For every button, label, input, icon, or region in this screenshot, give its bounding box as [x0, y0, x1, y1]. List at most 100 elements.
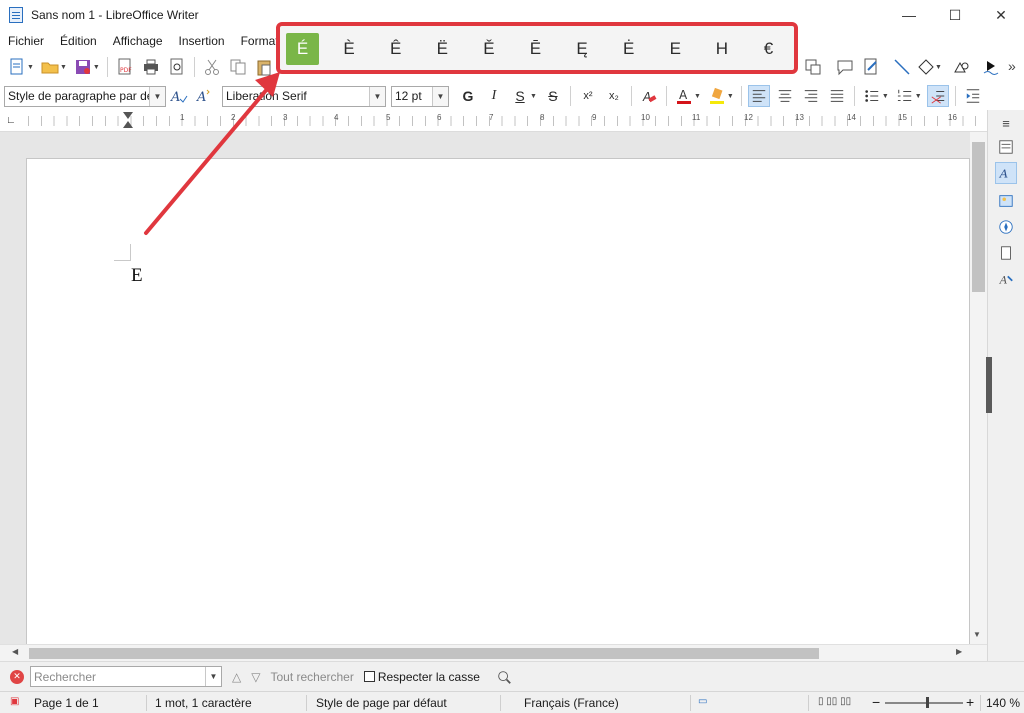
- font-color-icon[interactable]: A: [673, 85, 695, 107]
- menu-insertion[interactable]: Insertion: [171, 34, 233, 48]
- properties-icon[interactable]: [995, 136, 1017, 158]
- align-left-button[interactable]: [747, 85, 770, 107]
- menu-fichier[interactable]: Fichier: [0, 34, 52, 48]
- font-name-combo[interactable]: Liberation Serif ▼: [222, 85, 386, 107]
- zoom-level[interactable]: 140 %: [986, 696, 1020, 710]
- page-count[interactable]: Page 1 de 1: [34, 696, 99, 710]
- character-option[interactable]: È: [333, 33, 366, 65]
- vertical-scrollbar[interactable]: ▼: [970, 132, 987, 644]
- new-document-icon[interactable]: [6, 56, 28, 78]
- find-previous-icon[interactable]: △: [232, 670, 241, 684]
- view-layout-icons[interactable]: ▯ ▯▯ ▯▯: [818, 696, 851, 707]
- toolbar-overflow-icon[interactable]: »: [1008, 58, 1016, 74]
- close-window-button[interactable]: ✕: [978, 0, 1024, 30]
- scroll-right-icon[interactable]: ▶: [956, 647, 962, 656]
- chevron-down-icon[interactable]: ▼: [432, 86, 448, 106]
- character-option[interactable]: É: [286, 33, 319, 65]
- cut-icon[interactable]: [201, 56, 223, 78]
- superscript-button[interactable]: x²: [577, 85, 599, 107]
- increase-indent-button[interactable]: [962, 85, 984, 107]
- zoom-slider[interactable]: [885, 702, 963, 704]
- menu-edition[interactable]: Édition: [52, 34, 105, 48]
- search-input[interactable]: [31, 667, 201, 686]
- new-dropdown-icon[interactable]: ▼: [27, 64, 34, 71]
- underline-button[interactable]: S: [509, 85, 531, 107]
- comment-icon[interactable]: [834, 56, 856, 78]
- maximize-button[interactable]: ☐: [932, 0, 978, 30]
- bullet-dropdown-icon[interactable]: ▼: [882, 93, 889, 100]
- print-icon[interactable]: [140, 56, 162, 78]
- italic-button[interactable]: I: [483, 85, 505, 107]
- styles-icon[interactable]: A: [995, 162, 1017, 184]
- highlight-color-icon[interactable]: [706, 85, 728, 107]
- find-all-button[interactable]: Tout rechercher: [270, 670, 353, 684]
- find-replace-icon[interactable]: [496, 669, 512, 685]
- character-option[interactable]: Ę: [566, 33, 599, 65]
- style-inspector-icon[interactable]: A: [995, 268, 1017, 290]
- page-icon[interactable]: [995, 242, 1017, 264]
- character-option[interactable]: Ë: [426, 33, 459, 65]
- bullet-list-button[interactable]: [861, 85, 883, 107]
- justify-button[interactable]: [826, 85, 848, 107]
- new-style-icon[interactable]: A: [194, 85, 216, 107]
- horizontal-scroll-thumb[interactable]: [29, 648, 819, 659]
- chevron-down-icon[interactable]: ▼: [149, 86, 165, 106]
- update-style-icon[interactable]: A: [168, 85, 190, 107]
- chevron-down-icon[interactable]: ▼: [205, 667, 221, 686]
- copy-icon[interactable]: [227, 56, 249, 78]
- close-find-bar-icon[interactable]: ✕: [10, 669, 24, 684]
- character-option[interactable]: €: [752, 33, 785, 65]
- character-option[interactable]: H: [705, 33, 738, 65]
- zoom-in-button[interactable]: +: [966, 694, 974, 710]
- open-dropdown-icon[interactable]: ▼: [60, 64, 67, 71]
- selection-mode-icon[interactable]: ▭: [698, 696, 707, 707]
- paste-icon[interactable]: [253, 56, 275, 78]
- draw-functions-icon[interactable]: [980, 56, 1002, 78]
- character-option[interactable]: Ê: [379, 33, 412, 65]
- word-count[interactable]: 1 mot, 1 caractère: [155, 696, 252, 710]
- character-option[interactable]: Ė: [612, 33, 645, 65]
- scroll-left-icon[interactable]: ◀: [12, 647, 18, 656]
- vertical-scroll-thumb[interactable]: [972, 142, 985, 292]
- match-case-checkbox[interactable]: [363, 671, 375, 682]
- document-text[interactable]: E: [131, 265, 143, 287]
- first-line-indent-marker[interactable]: [123, 112, 133, 119]
- match-case-option[interactable]: Respecter la casse: [363, 670, 480, 684]
- horizontal-ruler[interactable]: ∟ 1 2 3 4 5 6 7 8 9 10 11 12 13 14 15 16: [0, 110, 987, 132]
- no-list-button[interactable]: [926, 85, 949, 107]
- underline-dropdown-icon[interactable]: ▼: [530, 93, 537, 100]
- character-option[interactable]: Ē: [519, 33, 552, 65]
- numbered-list-button[interactable]: [894, 85, 916, 107]
- page-style-status[interactable]: Style de page par défaut: [316, 696, 447, 710]
- scroll-down-icon[interactable]: ▼: [973, 630, 981, 639]
- symbol-shapes-icon[interactable]: [950, 56, 972, 78]
- shapes-dropdown-icon[interactable]: ▼: [935, 64, 942, 71]
- font-size-combo[interactable]: 12 pt ▼: [391, 85, 449, 107]
- zoom-slider-knob[interactable]: [926, 697, 929, 708]
- tab-stop-type-icon[interactable]: ∟: [6, 115, 16, 126]
- font-color-dropdown-icon[interactable]: ▼: [694, 93, 701, 100]
- basic-shapes-icon[interactable]: [915, 56, 937, 78]
- minimize-button[interactable]: —: [886, 0, 932, 30]
- zoom-out-button[interactable]: −: [872, 694, 880, 710]
- align-right-button[interactable]: [800, 85, 822, 107]
- menu-affichage[interactable]: Affichage: [105, 34, 171, 48]
- document-page[interactable]: E: [26, 158, 970, 644]
- track-changes-icon[interactable]: [860, 56, 882, 78]
- gallery-icon[interactable]: [995, 190, 1017, 212]
- navigator-icon[interactable]: [995, 216, 1017, 238]
- character-option[interactable]: E: [659, 33, 692, 65]
- save-icon[interactable]: [72, 56, 94, 78]
- align-center-button[interactable]: [774, 85, 796, 107]
- find-combo[interactable]: ▼: [30, 666, 222, 687]
- bold-button[interactable]: G: [457, 85, 479, 107]
- find-next-icon[interactable]: ▽: [251, 670, 260, 684]
- highlight-dropdown-icon[interactable]: ▼: [727, 93, 734, 100]
- language-status[interactable]: Français (France): [524, 696, 619, 710]
- clear-formatting-icon[interactable]: A: [638, 85, 660, 107]
- subscript-button[interactable]: x₂: [603, 85, 625, 107]
- insert-caption-icon[interactable]: [802, 56, 824, 78]
- numbered-dropdown-icon[interactable]: ▼: [915, 93, 922, 100]
- open-folder-icon[interactable]: [39, 56, 61, 78]
- save-dropdown-icon[interactable]: ▼: [93, 64, 100, 71]
